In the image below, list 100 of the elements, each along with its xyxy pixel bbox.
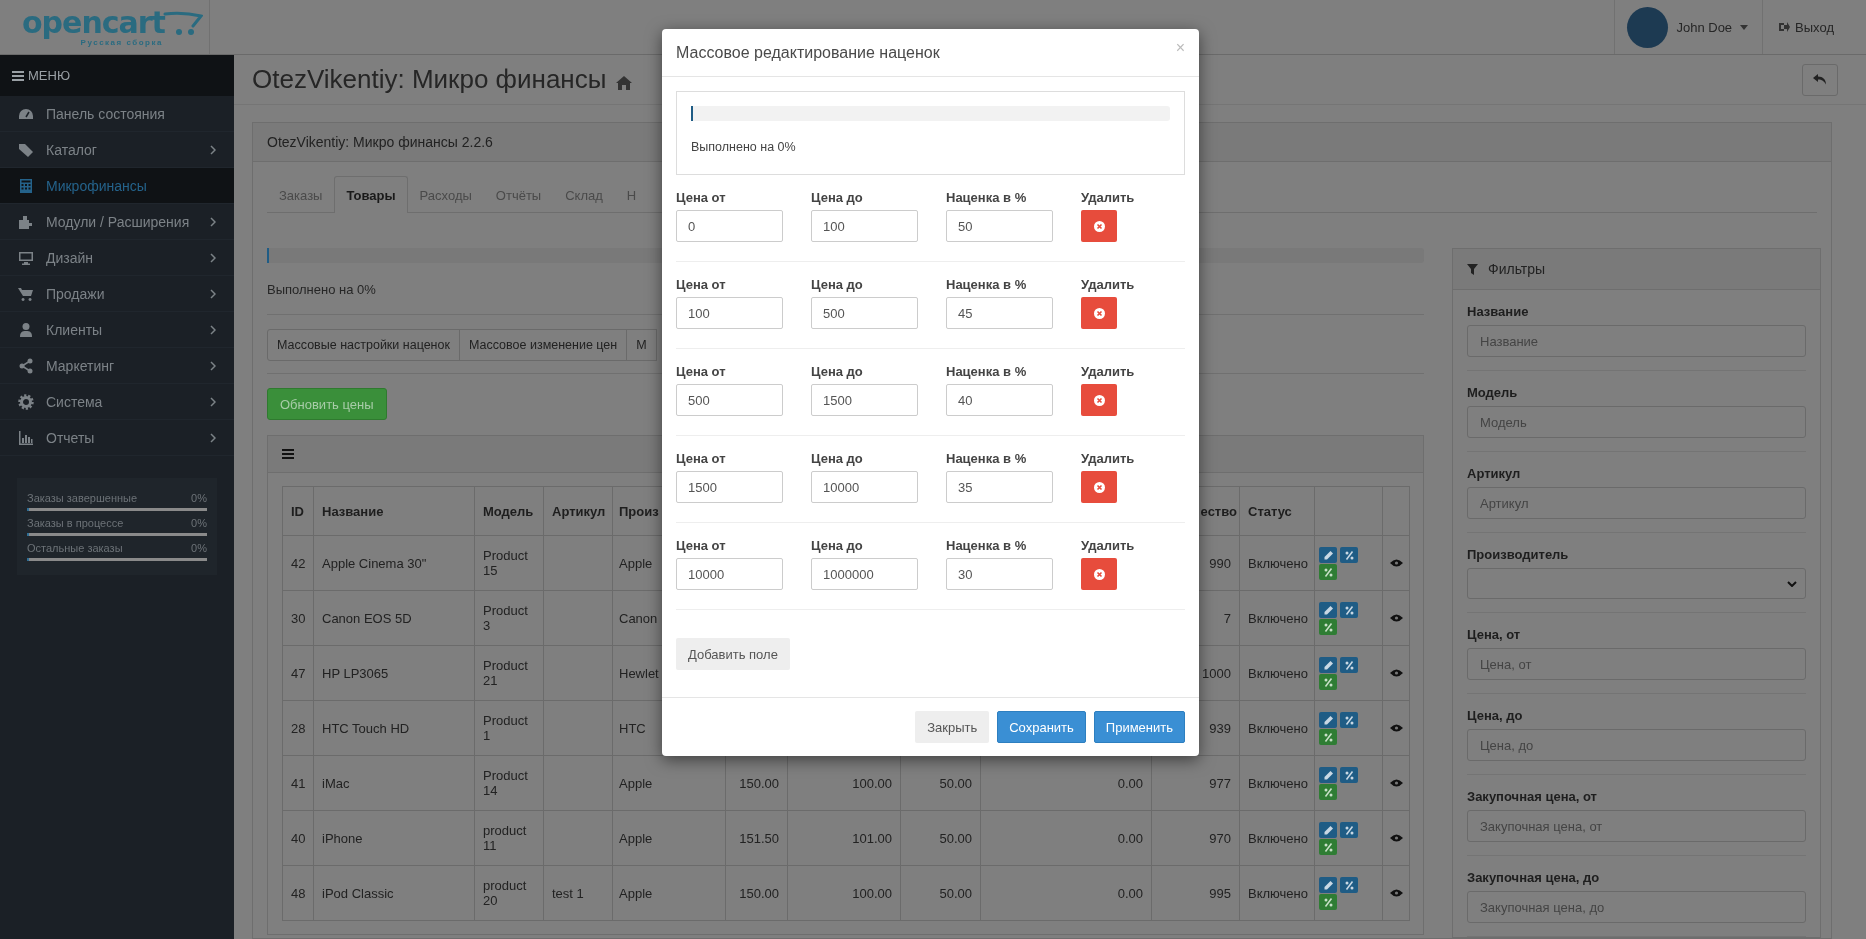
eye-icon[interactable] xyxy=(1390,889,1403,897)
input-field[interactable]: 1000000 xyxy=(811,558,918,590)
close-circle-icon xyxy=(1093,394,1105,406)
input-field[interactable]: 0 xyxy=(676,210,783,242)
input-field[interactable]: Цена, от xyxy=(1467,648,1806,680)
tab[interactable]: Товары xyxy=(334,176,408,213)
price-button[interactable] xyxy=(1319,729,1337,745)
eye-icon[interactable] xyxy=(1390,559,1403,567)
input-field[interactable]: 10000 xyxy=(811,471,918,503)
default-button[interactable]: Закрыть xyxy=(915,711,990,743)
markup-button[interactable] xyxy=(1340,822,1358,838)
sidebar-item[interactable]: Панель состояния xyxy=(0,96,234,132)
edit-button[interactable] xyxy=(1319,547,1337,563)
eye-icon[interactable] xyxy=(1390,834,1403,842)
edit-button[interactable] xyxy=(1319,602,1337,618)
input-field[interactable]: Закупочная цена, от xyxy=(1467,810,1806,842)
price-button[interactable] xyxy=(1319,674,1337,690)
input-field[interactable]: Модель xyxy=(1467,406,1806,438)
logo-subtitle: Русская сборка xyxy=(80,37,163,47)
edit-button[interactable] xyxy=(1319,712,1337,728)
input-field[interactable]: 1500 xyxy=(811,384,918,416)
input-field[interactable]: 100 xyxy=(811,210,918,242)
markup-button[interactable] xyxy=(1340,877,1358,893)
table-cell: 100.00 xyxy=(852,885,892,901)
percent-icon xyxy=(1323,787,1333,797)
price-button[interactable] xyxy=(1319,564,1337,580)
field-label: Цена до xyxy=(811,451,864,466)
edit-button[interactable] xyxy=(1319,877,1337,893)
stat-label: Заказы в процессе xyxy=(27,517,124,529)
input-field[interactable]: 35 xyxy=(946,471,1053,503)
tab-button[interactable]: Массовое изменение цен xyxy=(458,329,628,361)
input-field[interactable]: 500 xyxy=(811,297,918,329)
progress-text: Выполнено на 0% xyxy=(691,140,796,154)
eye-icon[interactable] xyxy=(1390,614,1403,622)
input-field[interactable]: 30 xyxy=(946,558,1053,590)
markup-button[interactable] xyxy=(1340,602,1358,618)
price-button[interactable] xyxy=(1319,839,1337,855)
table-cell: Apple xyxy=(619,775,653,791)
input-field[interactable]: Название xyxy=(1467,325,1806,357)
sidebar-item[interactable]: Модули / Расширения xyxy=(0,204,234,240)
field-label: Цена от xyxy=(676,277,727,292)
price-button[interactable] xyxy=(1319,619,1337,635)
table-cell: Product 21 xyxy=(483,658,528,688)
input-field[interactable]: Цена, до xyxy=(1467,729,1806,761)
column-header: ество xyxy=(1200,503,1237,519)
pencil-icon xyxy=(1323,770,1333,780)
eye-icon[interactable] xyxy=(1390,779,1403,787)
sidebar-item[interactable]: Продажи xyxy=(0,276,234,312)
delete-button[interactable] xyxy=(1081,210,1117,242)
edit-button[interactable] xyxy=(1319,822,1337,838)
sidebar-item[interactable]: Клиенты xyxy=(0,312,234,348)
delete-button[interactable] xyxy=(1081,297,1117,329)
percent-icon xyxy=(1344,715,1354,725)
input-field[interactable]: 500 xyxy=(676,384,783,416)
table-cell: HP LP3065 xyxy=(322,665,389,681)
percent-icon xyxy=(1323,897,1333,907)
table-cell: Product 3 xyxy=(483,603,528,633)
input-field[interactable]: 50 xyxy=(946,210,1053,242)
edit-button[interactable] xyxy=(1319,657,1337,673)
field-label: Цена до xyxy=(811,277,864,292)
delete-button[interactable] xyxy=(1081,471,1117,503)
sidebar-item[interactable]: Маркетинг xyxy=(0,348,234,384)
logout-link[interactable]: Выход xyxy=(1795,19,1834,35)
price-button[interactable] xyxy=(1319,784,1337,800)
input-field[interactable]: Артикул xyxy=(1467,487,1806,519)
primary-button[interactable]: Сохранить xyxy=(997,711,1086,743)
add-field-button[interactable]: Добавить поле xyxy=(676,638,790,670)
input-field[interactable]: 100 xyxy=(676,297,783,329)
tab-button[interactable]: М xyxy=(626,329,657,361)
edit-button[interactable] xyxy=(1319,767,1337,783)
input-field[interactable]: 10000 xyxy=(676,558,783,590)
field-label: Закупочная цена, до xyxy=(1467,870,1601,885)
primary-button[interactable]: Применить xyxy=(1093,711,1185,743)
sidebar-item[interactable]: Дизайн xyxy=(0,240,234,276)
gear-icon xyxy=(18,393,34,410)
eye-icon[interactable] xyxy=(1390,724,1403,732)
delete-button[interactable] xyxy=(1081,558,1117,590)
table-cell: 41 xyxy=(291,775,306,791)
user-menu[interactable]: John Doe xyxy=(1676,19,1733,35)
price-button[interactable] xyxy=(1319,894,1337,910)
markup-button[interactable] xyxy=(1340,767,1358,783)
tab-button[interactable]: Массовые настройки наценок xyxy=(267,329,460,361)
sidebar-item[interactable]: Отчеты xyxy=(0,420,234,456)
sidebar-item[interactable]: Система xyxy=(0,384,234,420)
table-cell: 50.00 xyxy=(939,885,972,901)
calculator-icon xyxy=(18,177,34,194)
input-field[interactable]: 45 xyxy=(946,297,1053,329)
eye-icon[interactable] xyxy=(1390,669,1403,677)
input-field[interactable]: 1500 xyxy=(676,471,783,503)
back-button[interactable] xyxy=(1802,63,1838,96)
update-prices-button[interactable]: Обновить цены xyxy=(267,388,387,420)
markup-button[interactable] xyxy=(1340,657,1358,673)
field-label: Цена, до xyxy=(1467,708,1524,723)
input-field[interactable]: 40 xyxy=(946,384,1053,416)
chevron-icon xyxy=(210,144,216,155)
markup-button[interactable] xyxy=(1340,712,1358,728)
input-field[interactable]: Закупочная цена, до xyxy=(1467,891,1806,923)
sidebar-item[interactable]: Микрофинансы xyxy=(0,168,234,204)
markup-button[interactable] xyxy=(1340,547,1358,563)
delete-button[interactable] xyxy=(1081,384,1117,416)
